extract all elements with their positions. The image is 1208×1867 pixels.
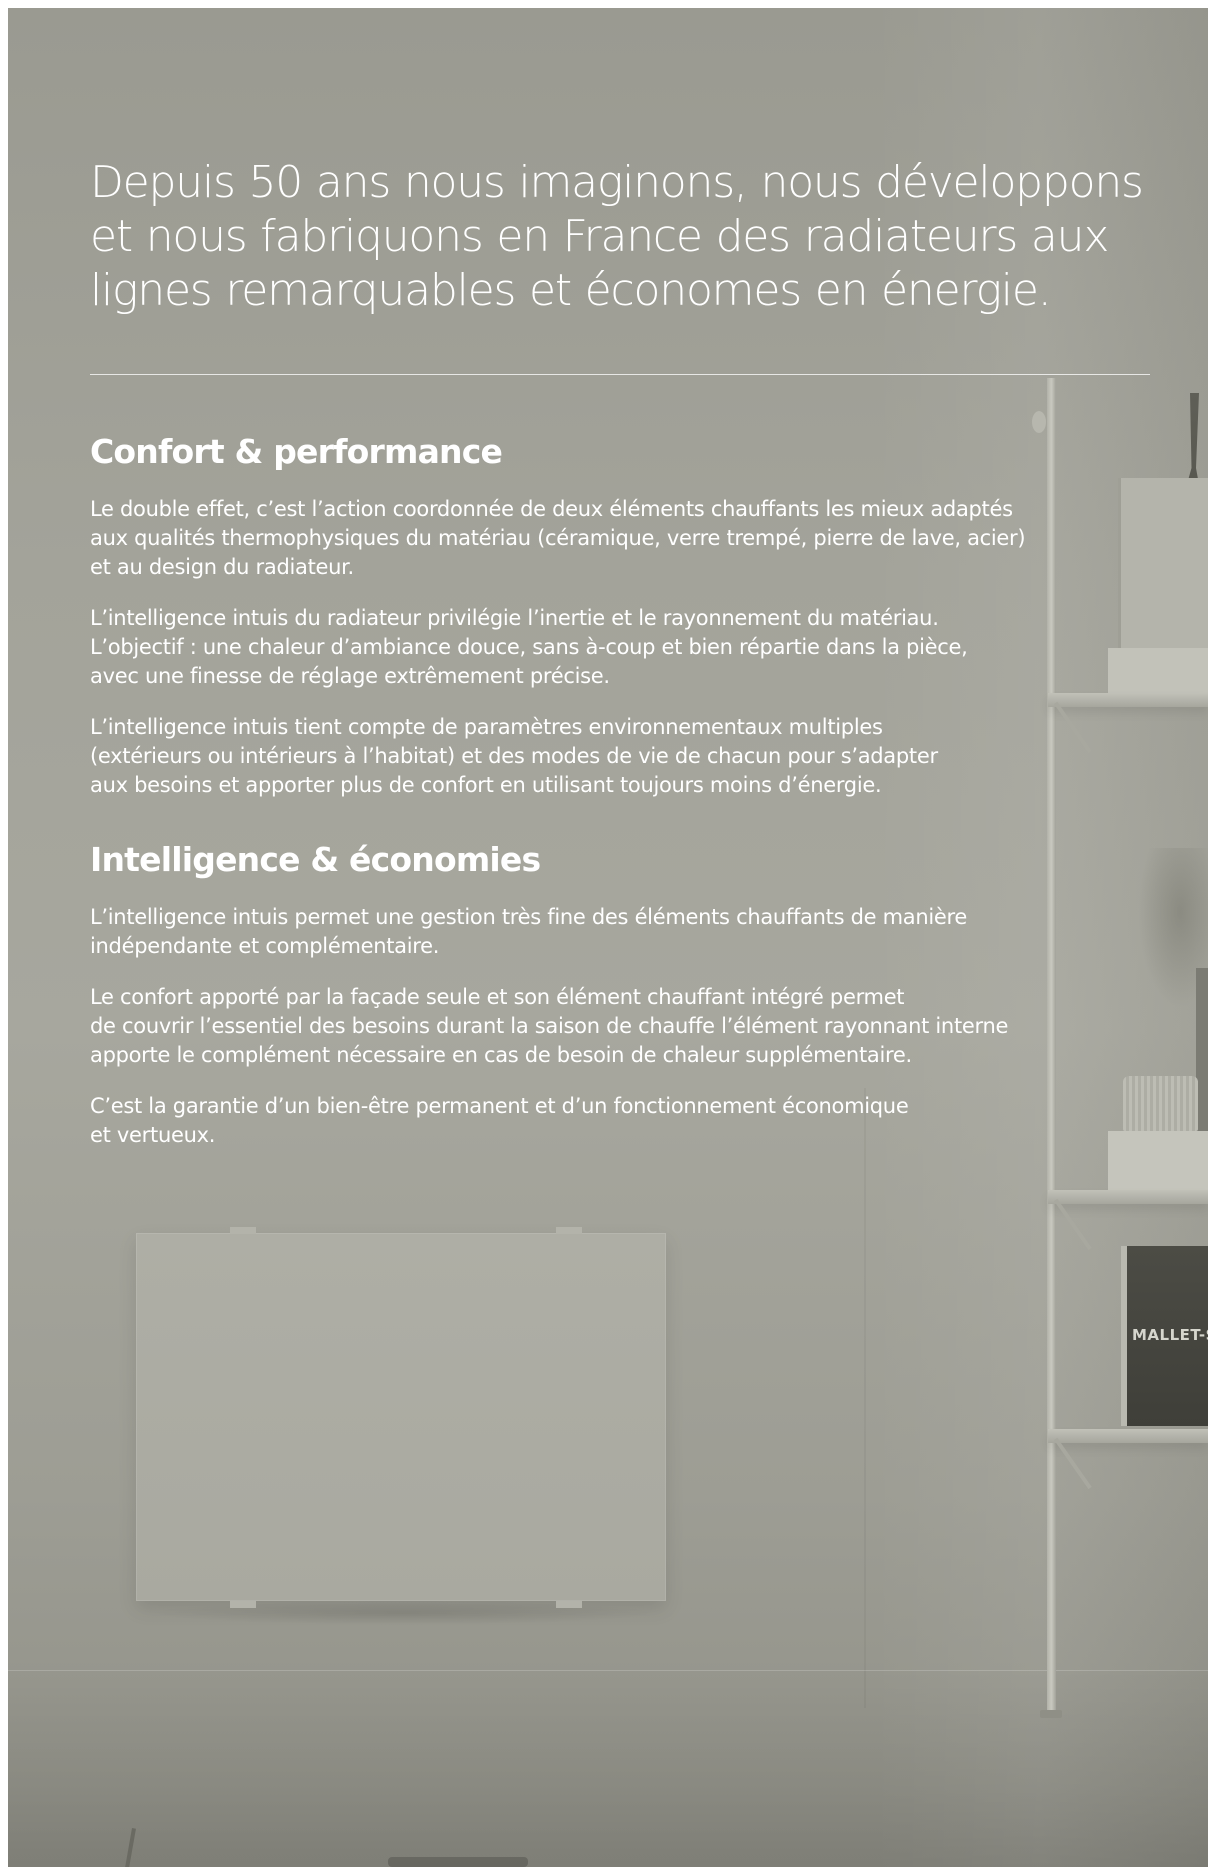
paragraph: Le double effet, c’est l’action coordonn… <box>90 495 1026 582</box>
paragraph: C’est la garantie d’un bien-être permane… <box>90 1092 909 1150</box>
book-cover-title: MALLET-S <box>1132 1326 1208 1344</box>
paragraph-line: aux besoins et apporter plus de confort … <box>90 773 882 797</box>
radiator-bracket <box>230 1227 256 1234</box>
shelf-board <box>1048 1429 1208 1443</box>
floor-edge <box>8 1670 1208 1671</box>
paragraph: L’intelligence intuis tient compte de pa… <box>90 713 938 800</box>
shelf-box <box>1108 1131 1208 1191</box>
paragraph-line: Le confort apporté par la façade seule e… <box>90 985 905 1009</box>
intro-line: et nous fabriquons en France des radiate… <box>90 211 1109 262</box>
section-title-confort: Confort & performance <box>90 432 503 471</box>
paragraph-line: L’objectif : une chaleur d’ambiance douc… <box>90 635 968 659</box>
paragraph-line: L’intelligence intuis du radiateur privi… <box>90 606 939 630</box>
paragraph-line: et au design du radiateur. <box>90 555 354 579</box>
background-floor <box>8 1668 1208 1867</box>
intro-line: Depuis 50 ans nous imaginons, nous dével… <box>90 157 1144 208</box>
ribbed-pot <box>1123 1076 1198 1131</box>
radiator-panel <box>136 1233 666 1601</box>
wall-corner <box>864 1088 866 1708</box>
paragraph-line: aux qualités thermophysiques du matériau… <box>90 526 1026 550</box>
shelf-book <box>1118 478 1208 648</box>
shelf-pole <box>1047 378 1056 1718</box>
section-title-intelligence: Intelligence & économies <box>90 840 541 879</box>
radiator-bracket <box>556 1227 582 1234</box>
paragraph-line: de couvrir l’essentiel des besoins duran… <box>90 1014 1009 1038</box>
shelf-board <box>1048 1190 1208 1204</box>
paragraph-line: apporte le complément nécessaire en cas … <box>90 1043 912 1067</box>
paragraph-line: avec une finesse de réglage extrêmement … <box>90 664 610 688</box>
paragraph-line: et vertueux. <box>90 1123 216 1147</box>
paragraph-line: (extérieurs ou intérieurs à l’habitat) e… <box>90 744 938 768</box>
paragraph-line: Le double effet, c’est l’action coordonn… <box>90 497 1013 521</box>
paragraph-line: L’intelligence intuis tient compte de pa… <box>90 715 883 739</box>
shelf-box <box>1108 648 1208 693</box>
radiator-bracket <box>230 1601 256 1608</box>
paragraph-line: L’intelligence intuis permet une gestion… <box>90 905 968 929</box>
shelf-board <box>1048 693 1208 707</box>
radiator-bracket <box>556 1601 582 1608</box>
document-page: MALLET-S Depuis 50 ans nous imaginons, n… <box>8 8 1208 1867</box>
intro-line: lignes remarquables et économes en énerg… <box>90 265 1052 316</box>
shelf-pole-foot <box>1040 1710 1062 1718</box>
intro-heading: Depuis 50 ans nous imaginons, nous dével… <box>90 156 1150 318</box>
paragraph: L’intelligence intuis du radiateur privi… <box>90 604 968 691</box>
section-divider <box>90 374 1150 375</box>
shelf-pole-cap <box>1032 411 1046 433</box>
paragraph-line: indépendante et complémentaire. <box>90 934 440 958</box>
paragraph-line: C’est la garantie d’un bien-être permane… <box>90 1094 909 1118</box>
paragraph: L’intelligence intuis permet une gestion… <box>90 903 967 961</box>
floor-object <box>388 1857 528 1867</box>
paragraph: Le confort apporté par la façade seule e… <box>90 983 1008 1070</box>
